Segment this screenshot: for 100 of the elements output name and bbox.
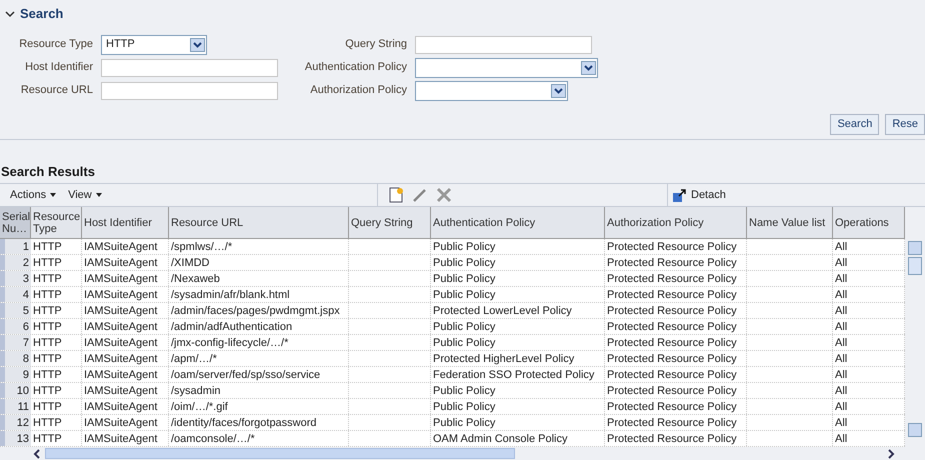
caret-icon [96, 193, 102, 198]
row-number: 8 [22, 352, 30, 366]
section-title: Search Results [1, 164, 95, 179]
text-field[interactable] [101, 82, 278, 100]
field-label: Query String [344, 37, 407, 52]
column-header[interactable]: Resource URL [169, 207, 349, 238]
row-number: 13 [16, 432, 30, 446]
row-selector[interactable] [0, 431, 5, 446]
table-cell: /XIMDD [171, 257, 210, 269]
row-selector[interactable] [0, 239, 5, 254]
pencil-icon[interactable] [412, 187, 428, 204]
table-cell: Protected Resource Policy [607, 321, 737, 333]
dropdown-field[interactable]: HTTP [101, 34, 207, 54]
column-header[interactable]: Serial Nu… [0, 207, 31, 238]
table-cell: /sysadmin [171, 385, 221, 397]
table-cell: All [835, 385, 848, 397]
table-cell: HTTP [33, 257, 62, 269]
row-number: 1 [22, 240, 30, 254]
column-header[interactable]: Operations [833, 207, 905, 238]
field-label: Resource Type [18, 37, 93, 52]
text-field[interactable] [415, 36, 592, 54]
table-cell: IAMSuiteAgent [84, 401, 158, 413]
column-header[interactable]: Name Value list [747, 207, 833, 238]
table-cell: IAMSuiteAgent [84, 273, 158, 285]
row-selector[interactable] [0, 351, 5, 366]
table-cell: Protected Resource Policy [607, 353, 737, 365]
table-cell: All [835, 305, 848, 317]
table-cell: IAMSuiteAgent [84, 385, 158, 397]
table-cell: Federation SSO Protected Policy [433, 369, 594, 381]
column-header[interactable]: Resource Type [31, 207, 82, 238]
column-header[interactable]: Authorization Policy [605, 207, 747, 238]
table-cell: Public Policy [433, 401, 496, 413]
table-cell: Public Policy [433, 385, 496, 397]
table-cell: Protected Resource Policy [607, 417, 737, 429]
row-selector[interactable] [0, 287, 5, 302]
table-cell: All [835, 433, 848, 445]
menu-button[interactable]: Actions [10, 186, 56, 204]
table-cell: All [835, 337, 848, 349]
table-cell: HTTP [33, 401, 62, 413]
search-form-button[interactable]: Rese [885, 114, 925, 135]
table-cell: Public Policy [433, 273, 496, 285]
table-cell: All [835, 241, 848, 253]
table-cell: IAMSuiteAgent [84, 353, 158, 365]
row-number: 11 [16, 400, 30, 414]
row-selector[interactable] [0, 367, 5, 382]
table-cell: HTTP [33, 417, 62, 429]
scroll-left-icon[interactable] [33, 448, 41, 458]
table-cell: /jmx-config-lifecycle/…/* [171, 337, 288, 349]
row-selector[interactable] [0, 399, 5, 414]
row-selector[interactable] [0, 319, 5, 334]
table-cell: All [835, 257, 848, 269]
table-cell: HTTP [33, 289, 62, 301]
table-cell: Public Policy [433, 241, 496, 253]
table-cell: IAMSuiteAgent [84, 369, 158, 381]
table-cell: HTTP [33, 305, 62, 317]
column-header[interactable]: Authentication Policy [431, 207, 605, 238]
table-cell: All [835, 369, 848, 381]
table-cell: /identity/faces/forgotpassword [171, 417, 317, 429]
table-cell: Protected Resource Policy [607, 257, 737, 269]
table-cell: Public Policy [433, 417, 496, 429]
row-selector[interactable] [0, 415, 5, 430]
vertical-scrollbar[interactable] [905, 239, 925, 439]
row-selector[interactable] [0, 271, 5, 286]
row-selector[interactable] [0, 383, 5, 398]
row-selector[interactable] [0, 303, 5, 318]
new-document-icon[interactable] [388, 187, 404, 204]
row-number: 3 [22, 272, 30, 286]
column-header[interactable]: Host Identifier [82, 207, 169, 238]
table-cell: All [835, 353, 848, 365]
table-cell: IAMSuiteAgent [84, 241, 158, 253]
table-cell: Protected Resource Policy [607, 337, 737, 349]
row-selector[interactable] [0, 335, 5, 350]
table-cell: HTTP [33, 353, 62, 365]
search-form-button[interactable]: Search [830, 114, 880, 135]
detach-button[interactable]: Detach [668, 186, 726, 204]
table-cell: Protected Resource Policy [607, 273, 737, 285]
table-cell: /sysadmin/afr/blank.html [171, 289, 290, 301]
table-cell: All [835, 417, 848, 429]
table-cell: All [835, 289, 848, 301]
row-selector[interactable] [0, 255, 5, 270]
menu-button[interactable]: View [68, 186, 102, 204]
table-cell: HTTP [33, 321, 62, 333]
caret-icon [50, 193, 56, 198]
table-cell: HTTP [33, 385, 62, 397]
delete-icon[interactable] [436, 187, 452, 204]
dropdown-field[interactable] [415, 58, 598, 78]
dropdown-field[interactable] [415, 80, 568, 100]
table-cell: Protected Resource Policy [607, 289, 737, 301]
table-cell: /admin/adfAuthentication [171, 321, 292, 333]
row-number: 10 [16, 384, 30, 398]
table-cell: HTTP [33, 241, 62, 253]
table-cell: Public Policy [433, 257, 496, 269]
table-cell: IAMSuiteAgent [84, 433, 158, 445]
table-cell: Protected LowerLevel Policy [433, 305, 572, 317]
table-cell: IAMSuiteAgent [84, 337, 158, 349]
scroll-right-icon[interactable] [887, 448, 895, 458]
table-cell: Protected Resource Policy [607, 241, 737, 253]
text-field[interactable] [101, 58, 278, 76]
row-number: 4 [22, 288, 30, 302]
column-header[interactable]: Query String [349, 207, 431, 238]
